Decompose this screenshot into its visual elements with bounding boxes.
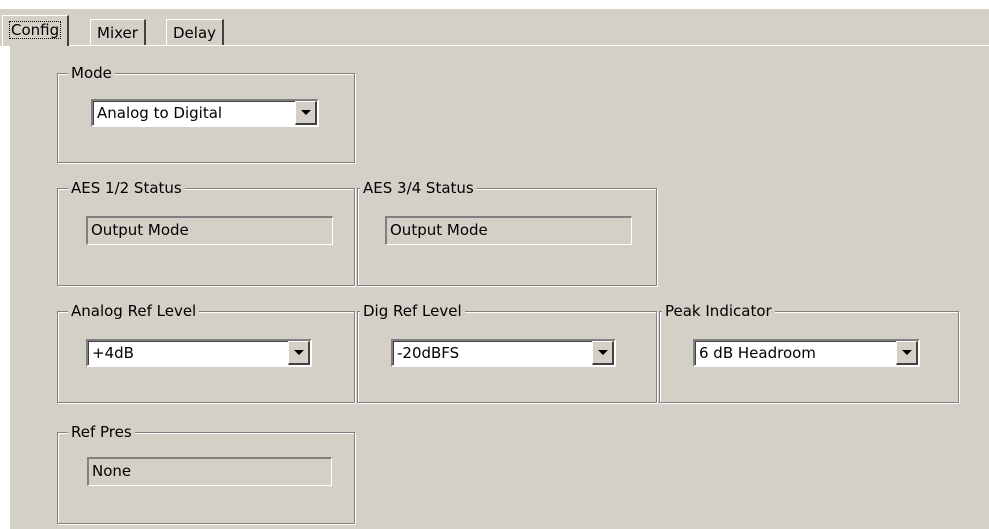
tab-strip: Config Mixer Delay (0, 9, 989, 46)
ref-pres-field: None (87, 457, 332, 486)
tab-delay-label: Delay (173, 24, 217, 42)
dig-ref-level-dropdown-button[interactable] (592, 341, 614, 365)
analog-ref-level-group: Analog Ref Level +4dB (57, 301, 355, 403)
analog-ref-level-dropdown-button[interactable] (288, 341, 310, 365)
tab-mixer-label: Mixer (97, 24, 138, 42)
tab-mixer[interactable]: Mixer (90, 19, 146, 46)
mode-dropdown-button[interactable] (295, 101, 317, 125)
peak-indicator-dropdown-button[interactable] (896, 341, 918, 365)
aes34-status-field: Output Mode (385, 216, 632, 245)
aes12-status-value: Output Mode (91, 221, 189, 239)
peak-indicator-legend: Peak Indicator (662, 301, 775, 321)
tab-config[interactable]: Config (2, 15, 70, 46)
chevron-down-icon (301, 110, 311, 115)
chevron-down-icon (294, 350, 304, 355)
peak-indicator-value: 6 dB Headroom (699, 344, 816, 362)
chevron-down-icon (598, 350, 608, 355)
peak-indicator-group: Peak Indicator 6 dB Headroom (659, 301, 959, 403)
dig-ref-level-value: -20dBFS (397, 344, 460, 362)
ref-pres-legend: Ref Pres (68, 422, 135, 442)
ref-pres-value: None (92, 462, 132, 480)
config-panel: Mode Analog to Digital AES 1/2 Status Ou… (9, 45, 989, 529)
chevron-down-icon (902, 350, 912, 355)
mode-select[interactable]: Analog to Digital (91, 99, 319, 127)
tab-delay[interactable]: Delay (166, 19, 225, 46)
aes12-status-group: AES 1/2 Status Output Mode (57, 178, 355, 286)
mode-legend: Mode (68, 63, 115, 83)
aes12-status-field: Output Mode (86, 216, 333, 245)
aes34-status-value: Output Mode (390, 221, 488, 239)
aes12-legend: AES 1/2 Status (68, 178, 185, 198)
dig-ref-level-select[interactable]: -20dBFS (391, 339, 616, 367)
tab-config-label: Config (9, 21, 62, 39)
analog-ref-level-legend: Analog Ref Level (68, 301, 200, 321)
aes34-status-group: AES 3/4 Status Output Mode (357, 178, 657, 286)
dig-ref-level-legend: Dig Ref Level (360, 301, 465, 321)
peak-indicator-select[interactable]: 6 dB Headroom (693, 339, 920, 367)
top-strip (0, 0, 989, 9)
aes34-legend: AES 3/4 Status (360, 178, 477, 198)
dig-ref-level-group: Dig Ref Level -20dBFS (357, 301, 657, 403)
analog-ref-level-value: +4dB (92, 344, 134, 362)
ref-pres-group: Ref Pres None (57, 422, 355, 524)
analog-ref-level-select[interactable]: +4dB (86, 339, 312, 367)
mode-group: Mode Analog to Digital (57, 63, 355, 163)
mode-value: Analog to Digital (97, 104, 223, 122)
